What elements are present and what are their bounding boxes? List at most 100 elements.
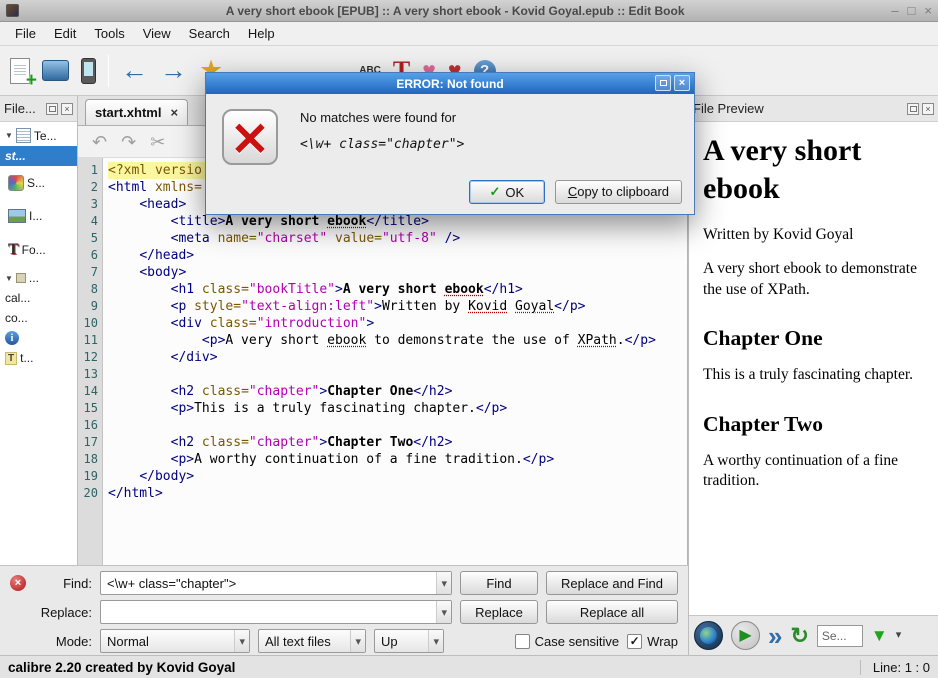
- replace-all-button[interactable]: Replace all: [546, 600, 678, 624]
- code-line-8[interactable]: <h1 class="bookTitle">A very short ebook…: [108, 281, 687, 298]
- code-line-9[interactable]: <p style="text-align:left">Written by Ko…: [108, 298, 687, 315]
- close-button[interactable]: ×: [924, 4, 932, 17]
- code-segment: <p>: [170, 401, 195, 416]
- open-book-icon[interactable]: [42, 60, 69, 81]
- code-line-11[interactable]: <p>A very short ebook to demonstrate the…: [108, 332, 687, 349]
- case-sensitive-checkbox[interactable]: Case sensitive: [514, 633, 619, 649]
- file-item-1[interactable]: st...: [0, 146, 77, 166]
- code-line-7[interactable]: <body>: [108, 264, 687, 281]
- send-to-device-icon[interactable]: [81, 57, 96, 84]
- more-options-icon[interactable]: ▾: [896, 630, 902, 641]
- replace-and-find-button[interactable]: Replace and Find: [546, 571, 678, 595]
- file-item-6[interactable]: cal...: [0, 288, 77, 308]
- wrap-checkbox[interactable]: ✓ Wrap: [627, 633, 678, 649]
- maximize-button[interactable]: □: [908, 4, 916, 17]
- menu-file[interactable]: File: [6, 23, 45, 44]
- find-input[interactable]: <\w+ class="chapter"> ▾: [100, 571, 452, 595]
- code-line-17[interactable]: <h2 class="chapter">Chapter Two</h2>: [108, 434, 687, 451]
- case-sensitive-box: [514, 633, 530, 649]
- code-line-10[interactable]: <div class="introduction">: [108, 315, 687, 332]
- find-next-icon[interactable]: ▼: [871, 627, 888, 644]
- open-in-browser-button[interactable]: [694, 621, 723, 650]
- line-number-8: 8: [90, 282, 98, 296]
- line-number-13: 13: [83, 367, 98, 381]
- code-segment: >: [319, 435, 328, 450]
- code-segment: >: [374, 299, 382, 314]
- code-line-18[interactable]: <p>A worthy continuation of a fine tradi…: [108, 451, 687, 468]
- new-file-icon[interactable]: [10, 57, 37, 92]
- file-item-2[interactable]: S...: [0, 166, 77, 200]
- copy-to-clipboard-button[interactable]: Copy to clipboard: [554, 180, 682, 204]
- error-icon: ×: [222, 109, 278, 165]
- code-area[interactable]: 1 2 3 4 5 6 7 8 9 10 11 12 13 14 15 16 17 18 19 20 <?xml ve…: [78, 158, 687, 565]
- cut-icon[interactable]: ✂: [150, 133, 165, 151]
- close-search-icon[interactable]: ×: [10, 575, 26, 591]
- reload-preview-icon[interactable]: ↻: [790, 624, 808, 647]
- code-line-20[interactable]: </html>: [108, 485, 687, 502]
- preview-h2-3: Chapter One: [703, 326, 823, 351]
- menu-help[interactable]: Help: [239, 23, 284, 44]
- file-item-7[interactable]: co...: [0, 308, 77, 328]
- mode-select[interactable]: Normal ▾: [100, 629, 250, 653]
- minimize-button[interactable]: –: [891, 4, 898, 17]
- misc-category-icon: [15, 273, 26, 283]
- preview-search-input[interactable]: Se...: [816, 624, 863, 647]
- code-line-6[interactable]: </head>: [108, 247, 687, 264]
- forward-icon[interactable]: →: [160, 57, 187, 84]
- code-segment: A very short: [342, 282, 445, 297]
- menu-view[interactable]: View: [134, 23, 180, 44]
- replace-input[interactable]: ▾: [100, 600, 452, 624]
- replace-button[interactable]: Replace: [460, 600, 538, 624]
- preview-close-icon[interactable]: ×: [922, 102, 934, 115]
- code-line-14[interactable]: <h2 class="chapter">Chapter One</h2>: [108, 383, 687, 400]
- code-line-15[interactable]: <p>This is a truly fascinating chapter.<…: [108, 400, 687, 417]
- tab-start-xhtml[interactable]: start.xhtml ×: [85, 99, 189, 125]
- ok-button[interactable]: ✓ OK: [468, 180, 545, 204]
- line-number-7: 7: [90, 265, 98, 279]
- sync-position-icon[interactable]: »: [768, 623, 782, 649]
- dialog-close-button[interactable]: ×: [674, 75, 690, 91]
- dialog-titlebar[interactable]: ERROR: Not found ×: [206, 73, 694, 94]
- close-panel-icon[interactable]: ×: [61, 102, 73, 115]
- code-line-12[interactable]: </div>: [108, 349, 687, 366]
- preview-float-icon[interactable]: [907, 102, 919, 115]
- menu-tools[interactable]: Tools: [85, 23, 133, 44]
- file-item-0[interactable]: ▼ Te...: [0, 125, 77, 146]
- code-line-4[interactable]: <title>A very short ebook</title>: [108, 213, 687, 230]
- float-panel-icon[interactable]: [46, 102, 58, 115]
- code-line-16[interactable]: [108, 417, 687, 434]
- expander-icon[interactable]: ▼: [5, 274, 13, 283]
- code-segment: >: [335, 282, 343, 297]
- menu-search[interactable]: Search: [180, 23, 239, 44]
- back-icon[interactable]: ←: [121, 57, 148, 84]
- tab-close-icon[interactable]: ×: [170, 105, 178, 120]
- code-segment: .: [616, 333, 625, 348]
- menu-edit[interactable]: Edit: [45, 23, 85, 44]
- replace-dropdown-icon[interactable]: ▾: [436, 601, 451, 623]
- file-item-4[interactable]: T Fo...: [0, 232, 77, 268]
- file-item-5[interactable]: ▼...: [0, 268, 77, 288]
- code-line-13[interactable]: [108, 366, 687, 383]
- direction-select[interactable]: Up ▾: [374, 629, 444, 653]
- file-item-8[interactable]: i: [0, 328, 77, 348]
- titlebar[interactable]: A very short ebook [EPUB] :: A very shor…: [0, 0, 938, 22]
- find-value: <\w+ class="chapter">: [107, 575, 237, 591]
- file-item-3[interactable]: I...: [0, 200, 77, 232]
- gutter: 1 2 3 4 5 6 7 8 9 10 11 12 13 14 15 16 17 18 19 20: [78, 158, 103, 565]
- refresh-preview-button[interactable]: ▶: [731, 621, 760, 650]
- file-item-9[interactable]: Tt...: [0, 348, 77, 368]
- code-line-5[interactable]: <meta name="charset" value="utf-8" />: [108, 230, 687, 247]
- find-button[interactable]: Find: [460, 571, 538, 595]
- undo-icon[interactable]: ↶: [92, 133, 107, 151]
- file-preview-title: File Preview: [693, 101, 764, 116]
- files-select[interactable]: All text files ▾: [258, 629, 366, 653]
- find-dropdown-icon[interactable]: ▾: [436, 572, 451, 594]
- file-browser-panel: File... × ▼ Te... st... S... I... T Fo... ▼... c…: [0, 96, 78, 565]
- redo-icon[interactable]: ↷: [121, 133, 136, 151]
- code-segment: class=: [194, 435, 249, 450]
- expander-icon[interactable]: ▼: [5, 131, 13, 140]
- dialog-restore-button[interactable]: [655, 75, 671, 91]
- code-line-19[interactable]: </body>: [108, 468, 687, 485]
